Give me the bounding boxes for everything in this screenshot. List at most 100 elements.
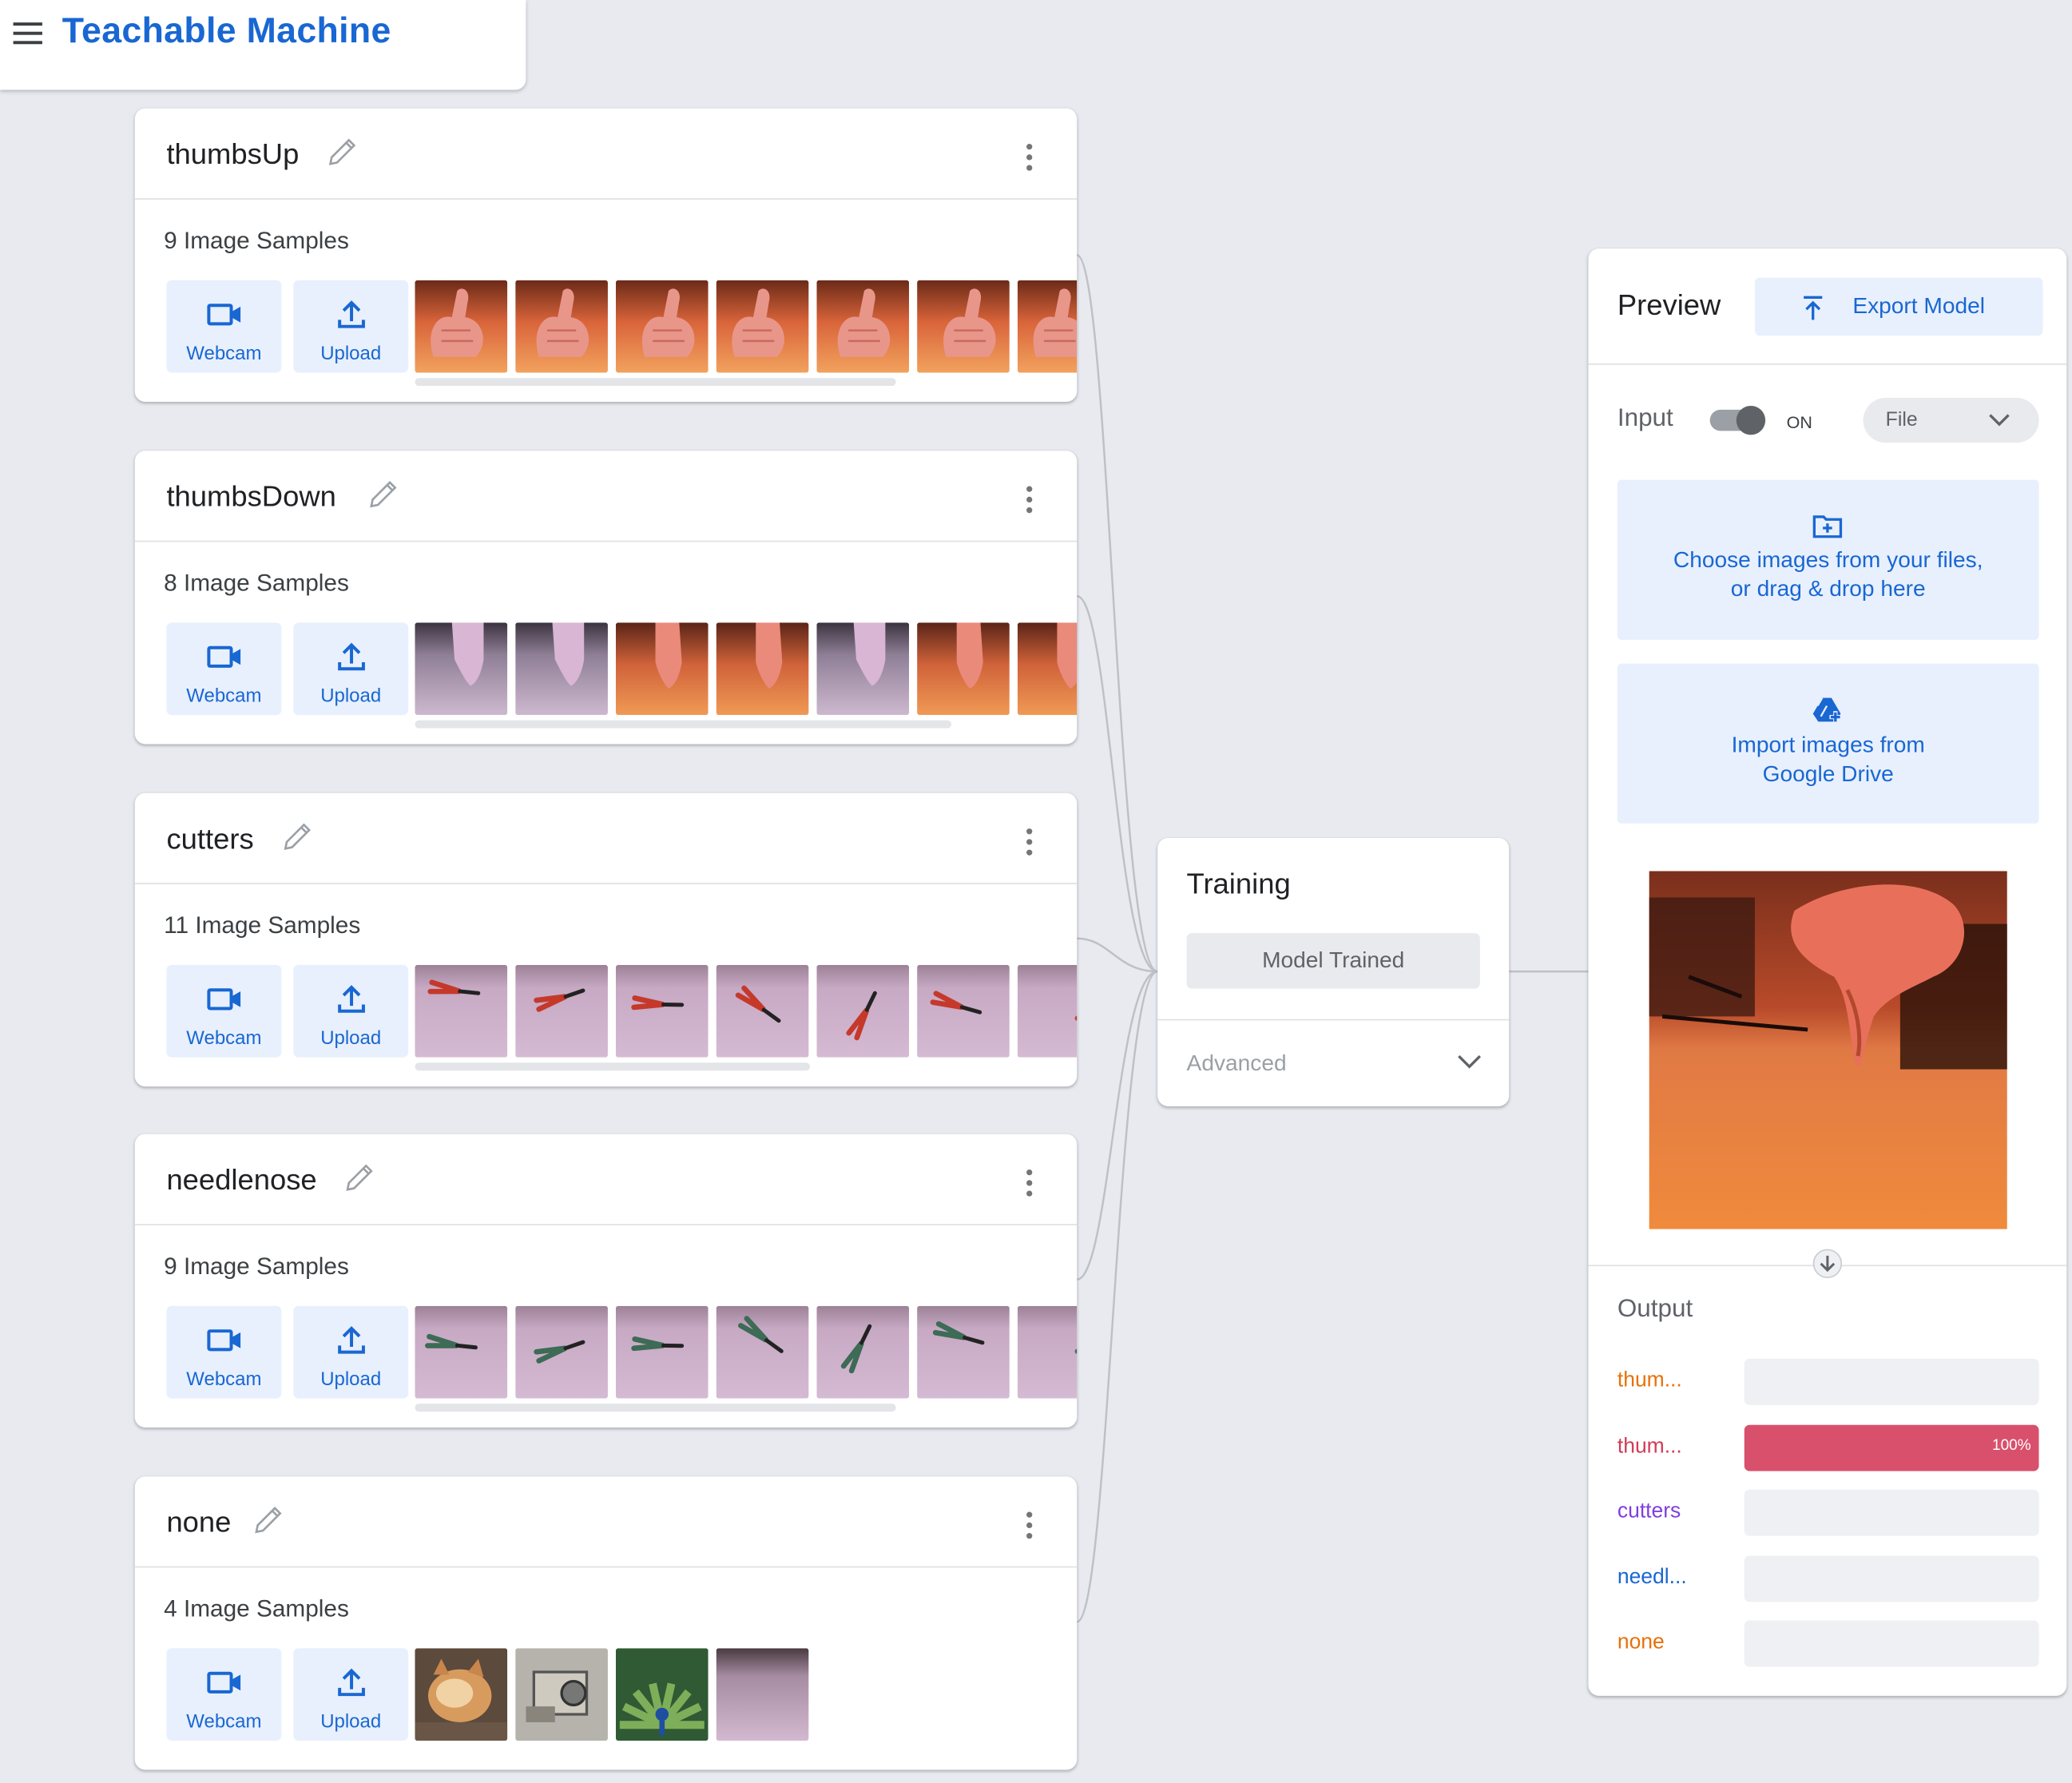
export-icon <box>1804 296 1823 320</box>
sample-thumbnail[interactable] <box>716 964 809 1058</box>
sample-thumbnail[interactable] <box>515 1648 608 1741</box>
export-model-button[interactable]: Export Model <box>1754 277 2043 336</box>
sample-thumbnails <box>415 280 1078 373</box>
toggle-knob <box>1736 405 1766 435</box>
file-drop-text-line2: or drag & drop here <box>1730 576 1926 602</box>
sample-thumbnail[interactable] <box>515 1305 608 1399</box>
train-model-button[interactable]: Model Trained <box>1186 933 1480 989</box>
sample-thumbnail[interactable] <box>415 1648 508 1741</box>
upload-label: Upload <box>320 1369 382 1391</box>
samples-count: 8 Image Samples <box>164 570 349 597</box>
sample-thumbnail[interactable] <box>917 1305 1010 1399</box>
sample-thumbnail[interactable] <box>615 1305 709 1399</box>
thumbnail-scrollbar[interactable] <box>415 1062 811 1071</box>
sample-thumbnail[interactable] <box>415 1305 508 1399</box>
pencil-icon[interactable] <box>342 1161 376 1195</box>
sample-thumbnail[interactable] <box>816 964 910 1058</box>
thumbnail-scrollbar[interactable] <box>415 378 896 387</box>
hamburger-menu-icon[interactable] <box>13 18 46 47</box>
file-drop-zone[interactable]: Choose images from your files, or drag &… <box>1617 479 2039 640</box>
sample-thumbnail[interactable] <box>1017 964 1078 1058</box>
sample-thumbnail[interactable] <box>716 1648 809 1741</box>
pencil-icon[interactable] <box>251 1503 285 1537</box>
class-name[interactable]: thumbsDown <box>166 480 335 514</box>
class-card-needlenose: needlenose 9 Image Samples Webcam Upload <box>134 1134 1078 1428</box>
sample-thumbnails <box>415 1648 1077 1741</box>
sample-thumbnail[interactable] <box>816 622 910 716</box>
drive-text-line1: Import images from <box>1731 732 1925 758</box>
sample-thumbnail[interactable] <box>816 1305 910 1399</box>
sample-thumbnail[interactable] <box>716 280 809 373</box>
output-confidence-bar <box>1744 1555 2039 1602</box>
webcam-button[interactable]: Webcam <box>166 1305 282 1399</box>
chevron-down-icon <box>1989 414 2010 427</box>
upload-button[interactable]: Upload <box>293 1305 409 1399</box>
sample-thumbnail[interactable] <box>615 1648 709 1741</box>
output-confidence-value: 100% <box>1991 1437 2031 1454</box>
sample-thumbnail[interactable] <box>1017 1305 1078 1399</box>
upload-button[interactable]: Upload <box>293 280 409 373</box>
webcam-button[interactable]: Webcam <box>166 964 282 1058</box>
thumbnail-scrollbar[interactable] <box>415 1404 896 1412</box>
webcam-button[interactable]: Webcam <box>166 1648 282 1741</box>
sample-thumbnail[interactable] <box>615 280 709 373</box>
upload-label: Upload <box>320 1028 382 1050</box>
upload-icon <box>338 1668 365 1697</box>
training-card: Training Model Trained Advanced <box>1157 838 1510 1106</box>
input-label: Input <box>1617 404 1673 433</box>
pencil-icon[interactable] <box>280 820 315 854</box>
upload-button[interactable]: Upload <box>293 964 409 1058</box>
webcam-button[interactable]: Webcam <box>166 622 282 716</box>
sample-thumbnail[interactable] <box>917 622 1010 716</box>
more-options-icon[interactable] <box>1022 482 1038 517</box>
upload-button[interactable]: Upload <box>293 622 409 716</box>
sample-thumbnail[interactable] <box>415 280 508 373</box>
sample-thumbnail[interactable] <box>716 622 809 716</box>
more-options-icon[interactable] <box>1022 1166 1038 1200</box>
input-toggle[interactable] <box>1709 405 1768 435</box>
output-class-label: thum... <box>1617 1369 1682 1392</box>
training-title: Training <box>1186 867 1291 900</box>
upload-icon <box>338 300 365 328</box>
class-name[interactable]: needlenose <box>166 1163 316 1197</box>
input-source-select[interactable]: File <box>1863 398 2039 443</box>
pencil-icon[interactable] <box>325 135 359 169</box>
advanced-label[interactable]: Advanced <box>1187 1050 1287 1077</box>
more-options-icon[interactable] <box>1022 824 1038 859</box>
sample-thumbnail[interactable] <box>515 280 608 373</box>
webcam-button[interactable]: Webcam <box>166 280 282 373</box>
sample-thumbnail[interactable] <box>415 964 508 1058</box>
pencil-icon[interactable] <box>366 477 400 511</box>
sample-thumbnails <box>415 964 1078 1058</box>
sample-thumbnail[interactable] <box>615 964 709 1058</box>
sample-thumbnail[interactable] <box>917 964 1010 1058</box>
upload-icon <box>338 985 365 1013</box>
samples-count: 4 Image Samples <box>164 1595 349 1622</box>
sample-thumbnail[interactable] <box>1017 280 1078 373</box>
google-drive-import[interactable]: Import images from Google Drive <box>1617 663 2039 824</box>
samples-count: 11 Image Samples <box>164 911 361 939</box>
app-title[interactable]: Teachable Machine <box>62 10 391 51</box>
webcam-label: Webcam <box>186 1369 262 1391</box>
sample-thumbnail[interactable] <box>917 280 1010 373</box>
google-drive-add-icon <box>1812 697 1842 724</box>
class-name[interactable]: cutters <box>166 822 253 856</box>
more-options-icon[interactable] <box>1022 1508 1038 1543</box>
sample-thumbnail[interactable] <box>816 280 910 373</box>
sample-thumbnail[interactable] <box>515 622 608 716</box>
sample-thumbnail[interactable] <box>1017 622 1078 716</box>
sample-thumbnail[interactable] <box>716 1305 809 1399</box>
class-name[interactable]: thumbsUp <box>166 137 299 172</box>
chevron-down-icon[interactable] <box>1456 1052 1483 1070</box>
sample-thumbnail[interactable] <box>615 622 709 716</box>
class-name[interactable]: none <box>166 1506 231 1540</box>
upload-button[interactable]: Upload <box>293 1648 409 1741</box>
sample-thumbnail[interactable] <box>415 622 508 716</box>
preview-image <box>1649 871 2007 1229</box>
class-card-thumbsup: thumbsUp 9 Image Samples Webcam Upload <box>134 108 1078 402</box>
sample-thumbnail[interactable] <box>515 964 608 1058</box>
thumbnail-scrollbar[interactable] <box>415 720 952 729</box>
output-label: Output <box>1617 1295 1693 1324</box>
output-confidence-bar <box>1744 1358 2039 1405</box>
more-options-icon[interactable] <box>1022 140 1038 174</box>
